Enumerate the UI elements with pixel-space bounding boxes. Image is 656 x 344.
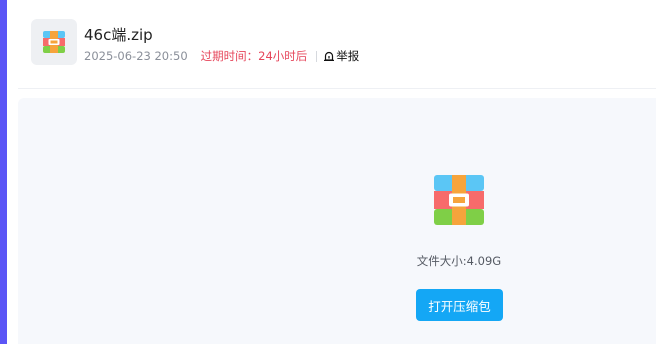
file-preview-panel: 文件大小:4.09G 打开压缩包: [18, 98, 656, 344]
report-icon: [324, 51, 335, 61]
left-accent-rail: [0, 0, 7, 344]
file-meta: 2025-06-23 20:50 过期时间：24小时后 举报: [84, 48, 359, 64]
file-name: 46c端.zip: [84, 26, 153, 44]
file-thumbnail: [31, 19, 77, 65]
report-link[interactable]: 举报: [323, 48, 359, 64]
file-header: 46c端.zip 2025-06-23 20:50 过期时间：24小时后 举报: [18, 0, 656, 89]
expire-time: 过期时间：24小时后: [200, 49, 308, 63]
meta-divider: [316, 50, 318, 62]
upload-date: 2025-06-23 20:50: [84, 49, 188, 63]
report-label: 举报: [336, 49, 360, 63]
archive-icon: [43, 31, 65, 53]
file-size: 文件大小:4.09G: [416, 254, 502, 268]
archive-icon: [434, 175, 484, 225]
open-archive-button[interactable]: 打开压缩包: [416, 289, 503, 321]
